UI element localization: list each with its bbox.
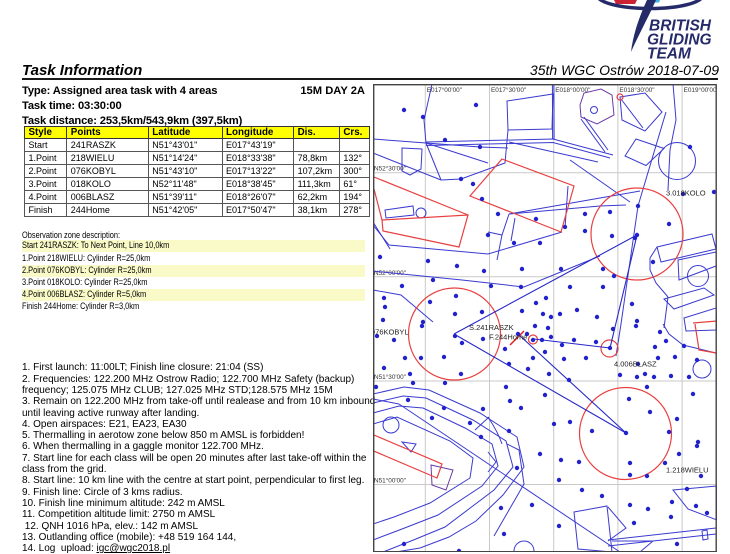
svg-text:N51°30'00": N51°30'00" xyxy=(374,373,406,381)
svg-text:E017°00'00": E017°00'00" xyxy=(427,86,462,94)
svg-text:TEAM: TEAM xyxy=(647,46,692,63)
svg-text:4.006BLASZ: 4.006BLASZ xyxy=(614,360,657,369)
svg-text:1.218WIELU: 1.218WIELU xyxy=(666,466,709,475)
svg-text:S.241RASZK: S.241RASZK xyxy=(469,323,514,332)
svg-text:E018°30'00": E018°30'00" xyxy=(619,86,654,94)
svg-text:N52°30'00": N52°30'00" xyxy=(374,165,406,173)
svg-text:E017°30'00": E017°30'00" xyxy=(491,86,526,94)
svg-text:F.244Home: F.244Home xyxy=(489,333,527,342)
svg-text:076KOBYL: 076KOBYL xyxy=(373,328,409,337)
svg-text:N51°00'00": N51°00'00" xyxy=(374,477,406,485)
svg-text:3.018KOLO: 3.018KOLO xyxy=(666,189,706,198)
svg-text:E019°00'00": E019°00'00" xyxy=(684,86,717,94)
